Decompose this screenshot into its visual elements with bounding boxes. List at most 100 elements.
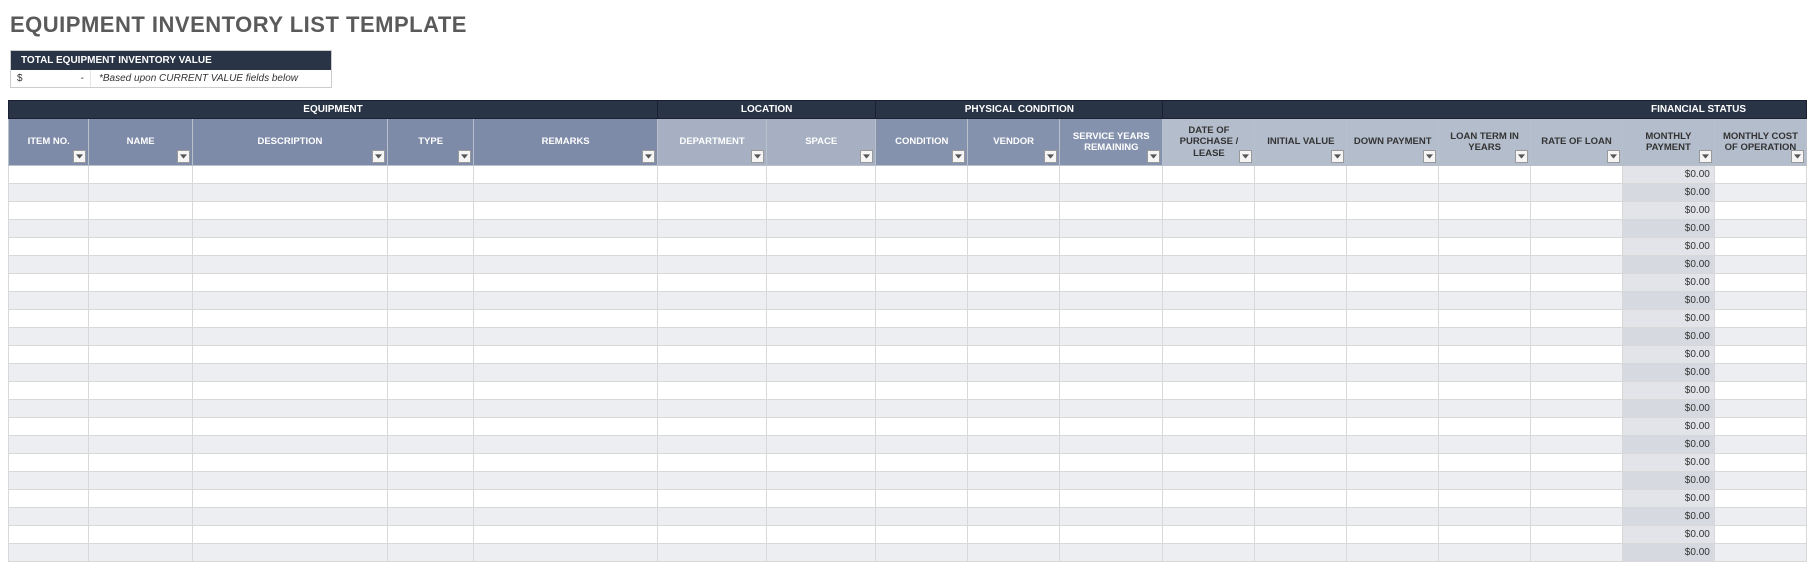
filter-icon[interactable] [1791,150,1804,163]
cell[interactable] [1531,526,1623,544]
cell[interactable] [767,364,876,382]
cell[interactable] [658,544,767,562]
cell[interactable] [1347,256,1439,274]
cell[interactable] [89,274,192,292]
cell[interactable] [1531,328,1623,346]
cell[interactable] [1163,220,1255,238]
cell[interactable] [474,238,658,256]
cell[interactable] [876,490,968,508]
cell[interactable] [1531,202,1623,220]
cell[interactable] [1714,238,1806,256]
cell[interactable] [1060,346,1163,364]
cell[interactable] [89,292,192,310]
cell[interactable] [388,382,474,400]
cell[interactable] [1255,328,1347,346]
cell[interactable] [1060,274,1163,292]
monthly-payment-cell[interactable]: $0.00 [1622,544,1714,562]
cell[interactable] [767,256,876,274]
col-initial-value[interactable]: INITIAL VALUE [1255,119,1347,166]
cell[interactable] [968,166,1060,184]
cell[interactable] [1347,490,1439,508]
monthly-payment-cell[interactable]: $0.00 [1622,400,1714,418]
cell[interactable] [968,544,1060,562]
cell[interactable] [1255,364,1347,382]
cell[interactable] [1060,400,1163,418]
cell[interactable] [192,490,387,508]
cell[interactable] [876,202,968,220]
monthly-payment-cell[interactable]: $0.00 [1622,508,1714,526]
cell[interactable] [1714,544,1806,562]
cell[interactable] [1163,166,1255,184]
cell[interactable] [1347,382,1439,400]
cell[interactable] [89,238,192,256]
cell[interactable] [1163,364,1255,382]
cell[interactable] [192,238,387,256]
cell[interactable] [658,490,767,508]
cell[interactable] [192,310,387,328]
cell[interactable] [1531,454,1623,472]
cell[interactable] [192,220,387,238]
monthly-payment-cell[interactable]: $0.00 [1622,436,1714,454]
cell[interactable] [1439,382,1531,400]
cell[interactable] [658,166,767,184]
cell[interactable] [1714,454,1806,472]
cell[interactable] [968,310,1060,328]
cell[interactable] [658,274,767,292]
col-service-years[interactable]: SERVICE YEARS REMAINING [1060,119,1163,166]
cell[interactable] [9,184,89,202]
cell[interactable] [968,418,1060,436]
cell[interactable] [1255,202,1347,220]
col-department[interactable]: DEPARTMENT [658,119,767,166]
cell[interactable] [1060,418,1163,436]
cell[interactable] [192,328,387,346]
cell[interactable] [474,418,658,436]
filter-icon[interactable] [1331,150,1344,163]
monthly-payment-cell[interactable]: $0.00 [1622,166,1714,184]
cell[interactable] [767,292,876,310]
cell[interactable] [968,454,1060,472]
col-remarks[interactable]: REMARKS [474,119,658,166]
filter-icon[interactable] [952,150,965,163]
cell[interactable] [1347,310,1439,328]
cell[interactable] [767,544,876,562]
cell[interactable] [1714,508,1806,526]
monthly-payment-cell[interactable]: $0.00 [1622,364,1714,382]
cell[interactable] [968,436,1060,454]
cell[interactable] [1439,526,1531,544]
cell[interactable] [658,472,767,490]
cell[interactable] [89,544,192,562]
cell[interactable] [968,382,1060,400]
cell[interactable] [474,184,658,202]
filter-icon[interactable] [751,150,764,163]
cell[interactable] [89,382,192,400]
cell[interactable] [9,202,89,220]
cell[interactable] [1531,184,1623,202]
cell[interactable] [9,400,89,418]
cell[interactable] [1060,472,1163,490]
cell[interactable] [968,400,1060,418]
monthly-payment-cell[interactable]: $0.00 [1622,346,1714,364]
cell[interactable] [876,238,968,256]
col-down-payment[interactable]: DOWN PAYMENT [1347,119,1439,166]
cell[interactable] [1439,166,1531,184]
cell[interactable] [1060,490,1163,508]
cell[interactable] [1531,364,1623,382]
cell[interactable] [9,436,89,454]
cell[interactable] [388,544,474,562]
cell[interactable] [1439,436,1531,454]
cell[interactable] [1163,418,1255,436]
col-date-purchase[interactable]: DATE OF PURCHASE / LEASE [1163,119,1255,166]
cell[interactable] [1347,166,1439,184]
cell[interactable] [1255,418,1347,436]
cell[interactable] [968,220,1060,238]
cell[interactable] [1531,472,1623,490]
cell[interactable] [968,490,1060,508]
cell[interactable] [1714,382,1806,400]
cell[interactable] [1163,184,1255,202]
col-vendor[interactable]: VENDOR [968,119,1060,166]
monthly-payment-cell[interactable]: $0.00 [1622,418,1714,436]
cell[interactable] [1531,346,1623,364]
filter-icon[interactable] [1423,150,1436,163]
col-item-no[interactable]: ITEM NO. [9,119,89,166]
cell[interactable] [89,220,192,238]
